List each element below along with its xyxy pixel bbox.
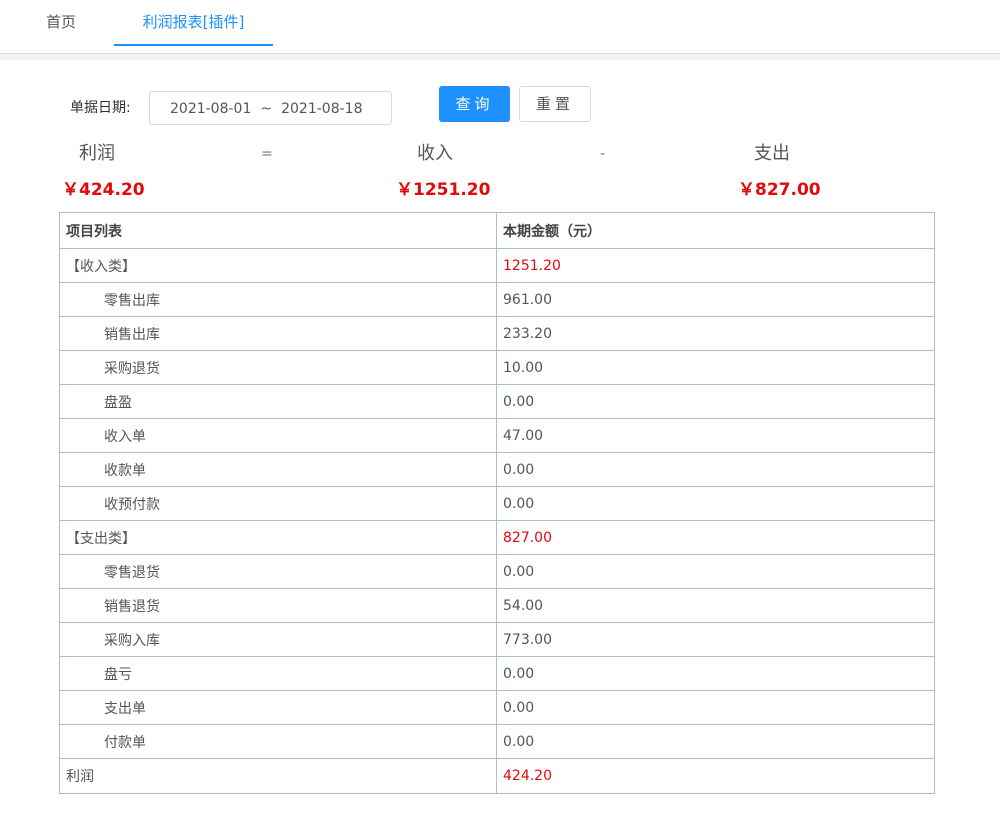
row-label: 销售退货 (59, 588, 497, 623)
summary-equals-sign: = (261, 146, 273, 162)
row-value: 961.00 (496, 282, 935, 317)
tab-home[interactable]: 首页 (28, 0, 94, 46)
row-value: 0.00 (496, 452, 935, 487)
row-label: 支出单 (59, 690, 497, 725)
row-label: 零售退货 (59, 554, 497, 589)
table-row: 采购入库 773.00 (59, 622, 935, 657)
table-row: 销售退货 54.00 (59, 588, 935, 623)
row-value: 0.00 (496, 486, 935, 521)
row-value: 54.00 (496, 588, 935, 623)
row-value: 47.00 (496, 418, 935, 453)
table-row: 支出单 0.00 (59, 690, 935, 725)
row-label: 收预付款 (59, 486, 497, 521)
table-row: 利润 424.20 (59, 758, 935, 794)
summary-profit-value: ￥424.20 (62, 180, 145, 200)
table-row: 零售退货 0.00 (59, 554, 935, 589)
row-value: 0.00 (496, 690, 935, 725)
row-value: 0.00 (496, 384, 935, 419)
row-value: 233.20 (496, 316, 935, 351)
summary-profit-label: 利润 (79, 143, 115, 164)
row-label: 采购退货 (59, 350, 497, 385)
column-header-item: 项目列表 (59, 212, 497, 249)
row-value: 773.00 (496, 622, 935, 657)
reset-button[interactable]: 重置 (519, 86, 591, 122)
row-value: 424.20 (496, 758, 935, 794)
row-label: 盘盈 (59, 384, 497, 419)
tab-profit-report[interactable]: 利润报表[插件] (114, 0, 273, 46)
summary-income-label: 收入 (417, 143, 453, 164)
row-value: 827.00 (496, 520, 935, 555)
row-value: 10.00 (496, 350, 935, 385)
row-label: 利润 (59, 758, 497, 794)
date-range-picker[interactable]: 2021-08-01 ~2021-08-18 (149, 91, 392, 125)
table-row: 付款单 0.00 (59, 724, 935, 759)
query-button[interactable]: 查询 (439, 86, 510, 122)
table-row: 收款单 0.00 (59, 452, 935, 487)
summary-income-value: ￥1251.20 (396, 180, 491, 200)
start-date: 2021-08-01 (170, 101, 252, 117)
table-row: 零售出库 961.00 (59, 282, 935, 317)
table-row: 【支出类】 827.00 (59, 520, 935, 555)
row-label: 零售出库 (59, 282, 497, 317)
summary-expense-value: ￥827.00 (738, 180, 821, 200)
table-row: 收预付款 0.00 (59, 486, 935, 521)
table-row: 【收入类】 1251.20 (59, 248, 935, 283)
row-label: 付款单 (59, 724, 497, 759)
row-value: 1251.20 (496, 248, 935, 283)
table-row: 销售出库 233.20 (59, 316, 935, 351)
profit-report-table: 项目列表 本期金额（元） 【收入类】 1251.20 零售出库 961.00 销售出… (59, 212, 935, 794)
end-date: 2021-08-18 (281, 101, 363, 117)
date-filter-label: 单据日期: (70, 100, 131, 116)
row-value: 0.00 (496, 554, 935, 589)
row-label: 盘亏 (59, 656, 497, 691)
row-label: 收款单 (59, 452, 497, 487)
summary-minus-sign: - (600, 146, 606, 162)
tab-bar: 首页 利润报表[插件] (0, 0, 1000, 54)
table-row: 盘亏 0.00 (59, 656, 935, 691)
date-separator: ~ (260, 101, 273, 117)
row-label: 【支出类】 (59, 520, 497, 555)
table-header-row: 项目列表 本期金额（元） (59, 212, 935, 249)
row-label: 【收入类】 (59, 248, 497, 283)
row-value: 0.00 (496, 724, 935, 759)
table-row: 采购退货 10.00 (59, 350, 935, 385)
summary-expense-label: 支出 (754, 143, 790, 164)
row-label: 采购入库 (59, 622, 497, 657)
column-header-amount: 本期金额（元） (496, 212, 935, 249)
table-row: 盘盈 0.00 (59, 384, 935, 419)
row-label: 收入单 (59, 418, 497, 453)
row-label: 销售出库 (59, 316, 497, 351)
row-value: 0.00 (496, 656, 935, 691)
table-row: 收入单 47.00 (59, 418, 935, 453)
